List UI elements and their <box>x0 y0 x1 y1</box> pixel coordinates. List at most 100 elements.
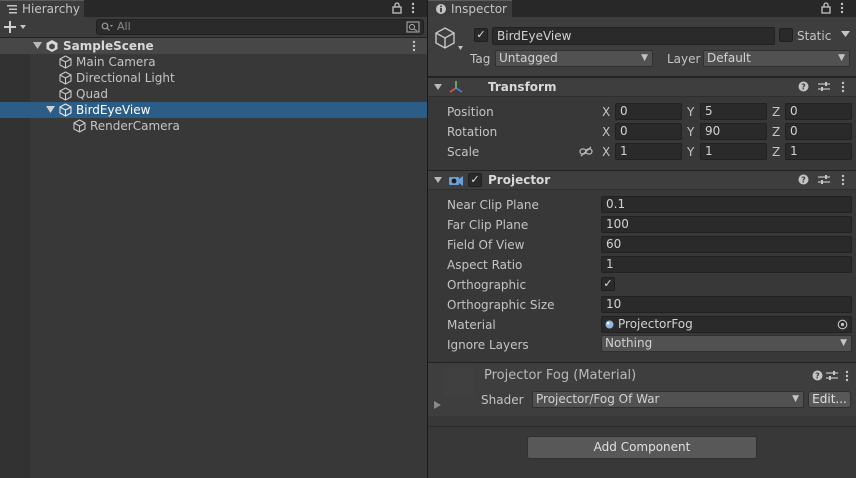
projector-icon <box>448 174 464 187</box>
transform-icon <box>448 80 464 94</box>
shader-dropdown[interactable]: Projector/Fog Of War ▼ <box>532 391 804 408</box>
fov-field[interactable]: 60 <box>601 236 852 253</box>
axis-y-label[interactable]: Y <box>687 104 694 120</box>
create-button[interactable] <box>4 20 28 34</box>
material-field[interactable]: ProjectorFog <box>601 316 852 333</box>
static-dropdown-arrow[interactable] <box>841 31 850 38</box>
component-menu-icon[interactable] <box>841 81 845 93</box>
item-label: BirdEyeView <box>76 103 151 117</box>
object-header <box>428 17 856 77</box>
help-icon[interactable]: ? <box>798 81 809 92</box>
orthographic-checkbox[interactable]: ✓ <box>601 277 615 291</box>
chevron-down-icon: ▼ <box>840 338 847 348</box>
layer-value: Default <box>707 51 751 65</box>
add-component-button[interactable]: Add Component <box>527 436 757 459</box>
tab-inspector[interactable]: Inspector <box>428 0 512 17</box>
item-label: RenderCamera <box>90 119 180 133</box>
far-clip-label: Far Clip Plane <box>447 218 529 232</box>
component-menu-icon[interactable] <box>841 174 845 186</box>
near-clip-field[interactable]: 0.1 <box>601 196 852 213</box>
search-placeholder: All <box>117 20 131 33</box>
material-sphere-icon <box>605 320 614 329</box>
presets-icon[interactable] <box>818 81 830 92</box>
object-picker-icon[interactable] <box>837 319 848 330</box>
axis-x-label[interactable]: X <box>602 124 610 140</box>
scene-menu-icon[interactable] <box>412 40 416 52</box>
material-preview-thumbnail <box>444 367 474 397</box>
inspector-tab-label: Inspector <box>451 2 507 16</box>
ortho-size-field[interactable]: 10 <box>601 296 852 313</box>
hierarchy-item-directional-light[interactable]: Directional Light <box>0 70 427 86</box>
material-section: Projector Fog (Material) ? Shader Projec… <box>428 362 856 416</box>
axis-y-label[interactable]: Y <box>687 144 694 160</box>
axis-y-label[interactable]: Y <box>687 124 694 140</box>
rotation-z-field[interactable]: 0 <box>785 123 852 140</box>
unity-scene-icon <box>45 39 59 53</box>
hierarchy-item-birdeyeview[interactable]: BirdEyeView <box>0 102 427 118</box>
help-icon[interactable]: ? <box>798 174 809 185</box>
svg-text:?: ? <box>801 176 806 185</box>
kebab-menu-icon[interactable] <box>411 2 415 14</box>
axis-z-label[interactable]: Z <box>772 124 780 140</box>
rotation-x-field[interactable]: 0 <box>615 123 682 140</box>
item-label: Directional Light <box>76 71 175 85</box>
rotation-row: Rotation X 0 Y 90 Z 0 <box>428 123 856 141</box>
orthographic-label: Orthographic <box>447 278 527 292</box>
kebab-menu-icon[interactable] <box>840 2 844 14</box>
axis-x-label[interactable]: X <box>602 144 610 160</box>
scale-x-field[interactable]: 1 <box>615 143 682 160</box>
lock-icon[interactable] <box>821 2 831 14</box>
layer-dropdown[interactable]: Default ▼ <box>703 50 850 67</box>
position-z-field[interactable]: 0 <box>785 103 852 120</box>
section-divider <box>428 426 856 427</box>
scale-y-field[interactable]: 1 <box>700 143 767 160</box>
position-x-field[interactable]: 0 <box>615 103 682 120</box>
hierarchy-item-quad[interactable]: Quad <box>0 86 427 102</box>
constrain-proportions-icon[interactable] <box>579 146 593 157</box>
material-label: Material <box>447 318 496 332</box>
hierarchy-item-render-camera[interactable]: RenderCamera <box>0 118 427 134</box>
projector-title: Projector <box>488 173 551 187</box>
search-input[interactable]: All <box>96 19 424 35</box>
hierarchy-panel: Hierarchy All SampleScene Main Camera Di… <box>0 0 427 478</box>
presets-icon[interactable] <box>826 370 838 381</box>
hierarchy-tab-icon <box>6 3 18 15</box>
tab-hierarchy[interactable]: Hierarchy <box>0 0 84 17</box>
axis-x-label[interactable]: X <box>602 104 610 120</box>
static-checkbox[interactable] <box>779 28 793 42</box>
far-clip-field[interactable]: 100 <box>601 216 852 233</box>
object-name-field[interactable]: BirdEyeView <box>492 27 775 45</box>
edit-shader-button[interactable]: Edit... <box>808 391 851 408</box>
item-label: Quad <box>76 87 109 101</box>
rotation-y-field[interactable]: 90 <box>700 123 767 140</box>
gameobject-large-icon[interactable] <box>434 26 464 54</box>
transform-header[interactable]: Transform ? <box>428 77 856 97</box>
scale-z-field[interactable]: 1 <box>785 143 852 160</box>
search-icon <box>101 22 113 32</box>
hierarchy-item-main-camera[interactable]: Main Camera <box>0 54 427 70</box>
axis-z-label[interactable]: Z <box>772 144 780 160</box>
axis-z-label[interactable]: Z <box>772 104 780 120</box>
expand-arrow-icon[interactable] <box>46 106 55 114</box>
active-checkbox[interactable]: ✓ <box>474 28 488 42</box>
component-menu-icon[interactable] <box>845 370 849 382</box>
help-icon[interactable]: ? <box>812 370 823 381</box>
material-foldout-arrow-icon[interactable] <box>434 401 441 409</box>
foldout-arrow-icon[interactable] <box>434 177 442 184</box>
shader-label: Shader <box>481 393 524 407</box>
expand-arrow-icon[interactable] <box>33 42 42 50</box>
hierarchy-tab-label: Hierarchy <box>22 2 81 16</box>
projector-header[interactable]: ✓ Projector ? <box>428 170 856 190</box>
foldout-arrow-icon[interactable] <box>434 84 442 91</box>
lock-icon[interactable] <box>392 2 402 14</box>
scene-row[interactable]: SampleScene <box>0 38 427 54</box>
position-y-field[interactable]: 5 <box>700 103 767 120</box>
chevron-down-icon: ▼ <box>838 53 845 63</box>
ignore-layers-dropdown[interactable]: Nothing ▼ <box>601 335 852 352</box>
rotation-label: Rotation <box>447 125 498 139</box>
projector-enabled-checkbox[interactable]: ✓ <box>468 173 482 187</box>
aspect-field[interactable]: 1 <box>601 256 852 273</box>
tag-dropdown[interactable]: Untagged ▼ <box>495 50 653 67</box>
search-by-type-icon[interactable] <box>406 21 420 33</box>
presets-icon[interactable] <box>818 174 830 185</box>
